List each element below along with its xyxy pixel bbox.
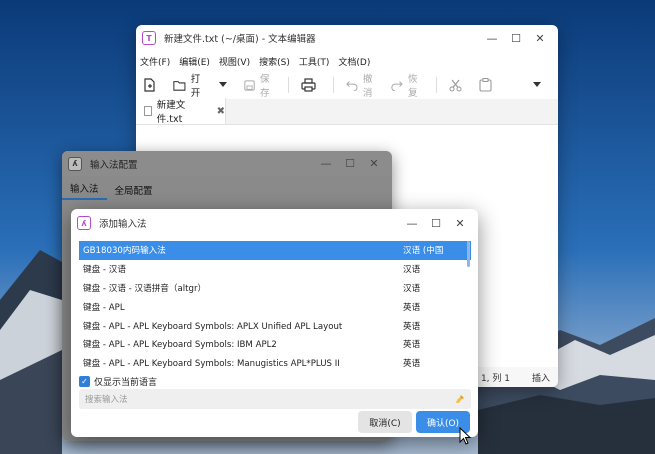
- im-language: 英语: [403, 321, 421, 332]
- open-dropdown[interactable]: [218, 82, 232, 88]
- redo-button[interactable]: 恢复: [391, 71, 424, 99]
- im-language: 汉语: [403, 283, 421, 294]
- im-language: 英语: [403, 359, 421, 369]
- redo-icon: [391, 81, 403, 91]
- list-item[interactable]: 键盘 - APL - APL Keyboard Symbols: APLX Un…: [79, 316, 471, 335]
- list-item[interactable]: GB18030内码输入法 汉语 (中国: [79, 241, 471, 260]
- new-file-button[interactable]: [142, 78, 161, 92]
- menu-file[interactable]: 文件(F): [140, 55, 170, 68]
- current-language-only-label: 仅显示当前语言: [94, 378, 158, 388]
- close-icon[interactable]: ✕: [448, 217, 472, 230]
- folder-icon: [173, 80, 186, 91]
- print-button[interactable]: [301, 78, 321, 92]
- im-language: 英语: [403, 302, 421, 313]
- save-label: 保存: [260, 74, 270, 99]
- clear-brush-icon[interactable]: [455, 394, 465, 404]
- im-name: 键盘 - APL - APL Keyboard Symbols: IBM APL…: [83, 340, 277, 351]
- save-button[interactable]: 保存: [244, 71, 276, 99]
- im-config-tabs: 输入法 全局配置: [62, 176, 392, 204]
- clipboard-icon: [479, 78, 492, 92]
- im-config-titlebar: ʎ 输入法配置 — ☐ ✕: [62, 151, 392, 176]
- im-name: 键盘 - 汉语 - 汉语拼音（altgr）: [83, 283, 207, 294]
- document-icon: [144, 106, 152, 116]
- editor-title: 新建文件.txt (~/桌面) - 文本编辑器: [164, 34, 316, 45]
- caret-down-icon: [533, 82, 541, 87]
- im-name: 键盘 - APL - APL Keyboard Symbols: APLX Un…: [83, 321, 343, 332]
- add-input-method-dialog: ʎ 添加输入法 — ☐ ✕ GB18030内码输入法 汉语 (中国 键盘 - 汉…: [71, 209, 478, 437]
- insert-mode[interactable]: 插入: [532, 371, 550, 384]
- list-item[interactable]: 键盘 - APL - APL Keyboard Symbols: Manugis…: [79, 354, 471, 369]
- editor-menubar: 文件(F) 编辑(E) 视图(V) 搜索(S) 工具(T) 文档(D): [136, 51, 558, 71]
- undo-icon: [346, 81, 358, 91]
- im-name: 键盘 - APL - APL Keyboard Symbols: Manugis…: [83, 359, 340, 369]
- current-language-only-row[interactable]: ✓ 仅显示当前语言: [79, 375, 157, 388]
- tab-input-method[interactable]: 输入法: [62, 181, 107, 200]
- open-label: 打开: [190, 74, 201, 99]
- undo-label: 撤消: [362, 74, 373, 99]
- menu-edit[interactable]: 编辑(E): [179, 55, 210, 68]
- redo-label: 恢复: [407, 74, 418, 99]
- maximize-icon[interactable]: ☐: [504, 32, 528, 45]
- maximize-icon[interactable]: ☐: [424, 217, 448, 230]
- dialog-buttons: 取消(C) 确认(O): [354, 411, 470, 433]
- editor-titlebar: T 新建文件.txt (~/桌面) - 文本编辑器 — ☐ ✕: [136, 25, 558, 51]
- toolbar-overflow[interactable]: [533, 82, 546, 88]
- toolbar-separator: [436, 77, 437, 93]
- im-name: 键盘 - APL: [83, 302, 125, 313]
- new-file-icon: [144, 78, 155, 92]
- list-item[interactable]: 键盘 - 汉语 汉语: [79, 260, 471, 279]
- search-placeholder: 搜索输入法: [85, 395, 128, 405]
- scissors-icon: [449, 79, 462, 91]
- mouse-pointer-icon: [459, 427, 471, 445]
- cancel-button[interactable]: 取消(C): [358, 411, 412, 433]
- close-icon[interactable]: ✕: [528, 32, 552, 45]
- input-method-list[interactable]: GB18030内码输入法 汉语 (中国 键盘 - 汉语 汉语 键盘 - 汉语 -…: [79, 241, 471, 369]
- add-im-titlebar: ʎ 添加输入法 — ☐ ✕: [71, 209, 478, 237]
- add-im-title: 添加输入法: [99, 219, 147, 230]
- im-language: 汉语 (中国: [403, 246, 444, 257]
- list-item[interactable]: 键盘 - APL 英语: [79, 297, 471, 316]
- im-name: 键盘 - 汉语: [83, 265, 126, 276]
- menu-search[interactable]: 搜索(S): [259, 55, 290, 68]
- menu-tools[interactable]: 工具(T): [299, 55, 330, 68]
- caret-down-icon: [218, 82, 227, 87]
- document-tab[interactable]: 新建文件.txt ✖: [136, 98, 226, 125]
- text-editor-icon: T: [142, 31, 156, 45]
- save-icon: [244, 79, 255, 91]
- im-language: 英语: [403, 340, 421, 351]
- undo-button[interactable]: 撤消: [346, 71, 379, 99]
- close-icon[interactable]: ✕: [362, 157, 386, 170]
- document-tab-label: 新建文件.txt: [156, 100, 186, 125]
- minimize-icon[interactable]: —: [314, 157, 338, 170]
- toolbar-separator: [333, 77, 334, 93]
- cursor-position: 1, 列 1: [480, 373, 510, 384]
- minimize-icon[interactable]: —: [400, 217, 424, 230]
- cut-button[interactable]: [449, 79, 467, 92]
- menu-document[interactable]: 文档(D): [338, 55, 370, 68]
- menu-view[interactable]: 视图(V): [219, 55, 250, 68]
- fcitx-icon: ʎ: [68, 156, 82, 171]
- im-language: 汉语: [403, 265, 421, 276]
- maximize-icon[interactable]: ☐: [338, 157, 362, 170]
- list-item[interactable]: 键盘 - 汉语 - 汉语拼音（altgr） 汉语: [79, 279, 471, 298]
- im-name: GB18030内码输入法: [83, 246, 166, 257]
- document-tabbar: 新建文件.txt ✖: [136, 98, 558, 125]
- open-button[interactable]: 打开: [173, 71, 207, 99]
- search-input[interactable]: 搜索输入法: [79, 389, 471, 409]
- editor-toolbar: 打开 保存 撤消 恢复: [136, 71, 558, 99]
- fcitx-icon: ʎ: [77, 216, 91, 230]
- list-scrollbar[interactable]: [467, 241, 470, 267]
- current-language-only-checkbox[interactable]: ✓: [79, 376, 90, 387]
- im-config-title: 输入法配置: [90, 159, 138, 171]
- printer-icon: [301, 78, 316, 92]
- toolbar-separator: [288, 77, 290, 93]
- minimize-icon[interactable]: —: [480, 32, 504, 45]
- close-tab-icon[interactable]: ✖: [217, 106, 225, 117]
- tab-global-config[interactable]: 全局配置: [107, 183, 161, 197]
- copy-button[interactable]: [479, 78, 497, 92]
- list-item[interactable]: 键盘 - APL - APL Keyboard Symbols: IBM APL…: [79, 335, 471, 354]
